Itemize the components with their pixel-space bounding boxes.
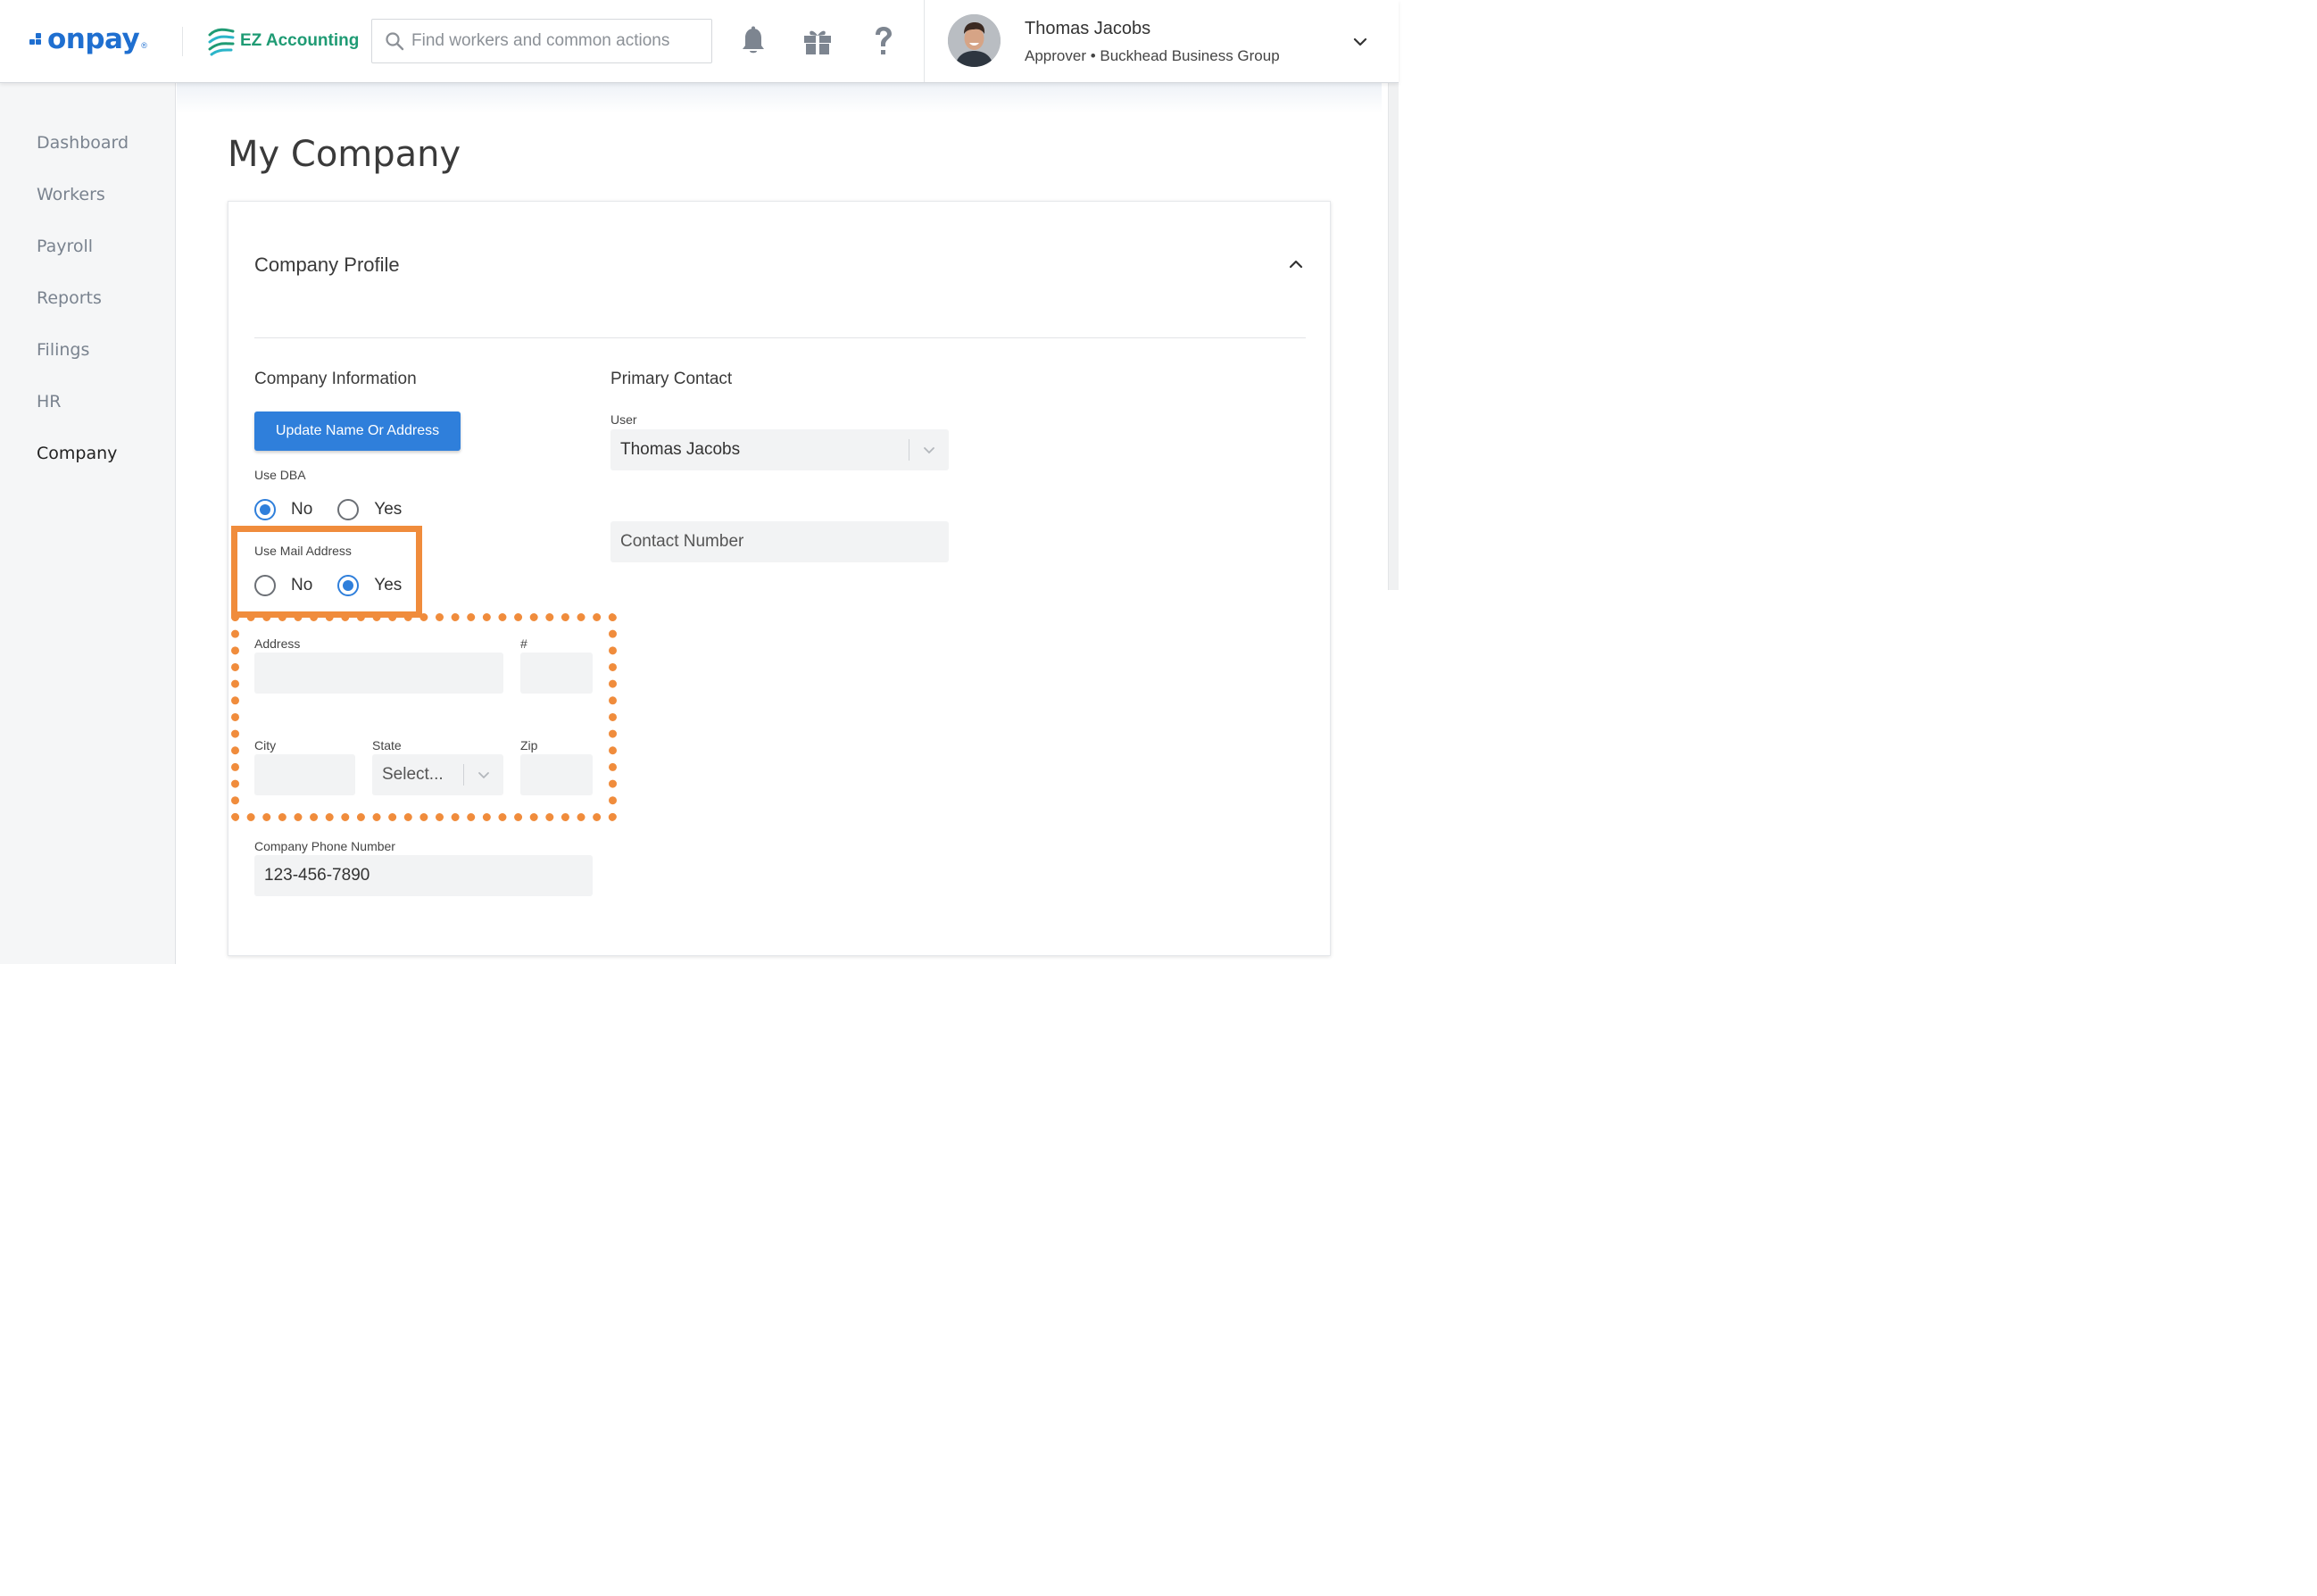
use-mail-yes-radio[interactable]	[337, 575, 360, 596]
use-mail-address-radio-group: No Yes	[254, 575, 427, 596]
state-select-value: Select...	[382, 765, 444, 784]
sidebar-item-hr[interactable]: HR	[37, 392, 62, 411]
help-button[interactable]	[868, 25, 898, 57]
search-icon	[386, 32, 404, 51]
top-header: onpay ® EZ Accounting Find workers and c…	[0, 0, 1399, 83]
company-profile-card: Company Profile Company Information Upda…	[228, 201, 1331, 956]
onpay-logo[interactable]: onpay ®	[29, 23, 147, 55]
header-divider	[182, 27, 183, 56]
use-mail-no-label[interactable]: No	[291, 576, 312, 595]
chevron-down-icon[interactable]	[1350, 32, 1370, 52]
sidebar-nav: Dashboard Workers Payroll Reports Filing…	[0, 83, 176, 964]
sidebar-item-company[interactable]: Company	[37, 444, 117, 463]
primary-contact-heading: Primary Contact	[610, 370, 733, 388]
notifications-button[interactable]	[738, 25, 768, 57]
user-photo	[948, 14, 1001, 67]
gift-icon	[804, 30, 831, 54]
search-input[interactable]	[411, 31, 697, 51]
ez-accounting-logo[interactable]: EZ Accounting	[206, 25, 359, 57]
contact-number-input[interactable]	[610, 521, 949, 562]
page-title: My Company	[228, 134, 461, 175]
card-title: Company Profile	[254, 254, 400, 276]
company-information-heading: Company Information	[254, 370, 417, 388]
chevron-up-icon[interactable]	[1285, 254, 1307, 275]
top-shadow-band	[177, 83, 1382, 113]
primary-user-select[interactable]: Thomas Jacobs	[610, 429, 949, 470]
primary-user-label: User	[610, 412, 637, 427]
state-label: State	[372, 738, 402, 752]
help-icon	[876, 27, 892, 54]
sidebar-item-payroll[interactable]: Payroll	[37, 237, 93, 256]
ez-accounting-text: EZ Accounting	[240, 31, 360, 50]
user-role: Approver • Buckhead Business Group	[1025, 47, 1280, 64]
user-name[interactable]: Thomas Jacobs	[1025, 19, 1150, 39]
bell-icon	[743, 26, 764, 54]
state-select-chevron	[464, 754, 503, 795]
use-dba-label: Use DBA	[254, 468, 306, 482]
use-mail-yes-label[interactable]: Yes	[374, 576, 402, 595]
chevron-down-icon	[478, 772, 489, 779]
sidebar-item-filings[interactable]: Filings	[37, 340, 89, 360]
global-search[interactable]	[371, 19, 712, 63]
user-divider	[924, 0, 925, 82]
sidebar-item-workers[interactable]: Workers	[37, 185, 105, 204]
chevron-down-icon	[924, 447, 934, 454]
city-label: City	[254, 738, 277, 752]
address-label: Address	[254, 636, 301, 651]
sidebar-item-reports[interactable]: Reports	[37, 288, 102, 308]
rewards-button[interactable]	[802, 25, 833, 57]
company-phone-label: Company Phone Number	[254, 839, 395, 853]
ez-accounting-logo-mark	[208, 28, 235, 56]
sidebar-item-dashboard[interactable]: Dashboard	[37, 133, 129, 153]
page-scrollbar[interactable]	[1388, 83, 1399, 590]
address-number-label: #	[520, 636, 527, 651]
use-mail-address-label: Use Mail Address	[254, 544, 352, 558]
address-input[interactable]	[254, 653, 503, 694]
use-dba-no-radio[interactable]	[254, 499, 276, 520]
user-avatar[interactable]	[948, 14, 1001, 67]
use-dba-no-label[interactable]: No	[291, 500, 312, 520]
zip-label: Zip	[520, 738, 538, 752]
onpay-logo-text: onpay	[47, 23, 140, 55]
card-divider	[254, 337, 1306, 338]
city-input[interactable]	[254, 754, 355, 795]
address-number-input[interactable]	[520, 653, 593, 694]
primary-user-chevron	[909, 429, 949, 470]
main-content: My Company Company Profile Company Infor…	[177, 83, 1399, 964]
onpay-logo-mark	[29, 32, 46, 46]
use-dba-radio-group: No Yes	[254, 499, 427, 520]
update-name-address-button[interactable]: Update Name Or Address	[254, 411, 461, 451]
use-dba-yes-radio[interactable]	[337, 499, 360, 520]
use-dba-yes-label[interactable]: Yes	[374, 500, 402, 520]
registered-mark: ®	[141, 41, 147, 50]
state-select[interactable]: Select...	[372, 754, 503, 795]
use-mail-no-radio[interactable]	[254, 575, 276, 596]
primary-user-value: Thomas Jacobs	[620, 440, 741, 459]
zip-input[interactable]	[520, 754, 593, 795]
company-phone-input[interactable]	[254, 855, 593, 896]
